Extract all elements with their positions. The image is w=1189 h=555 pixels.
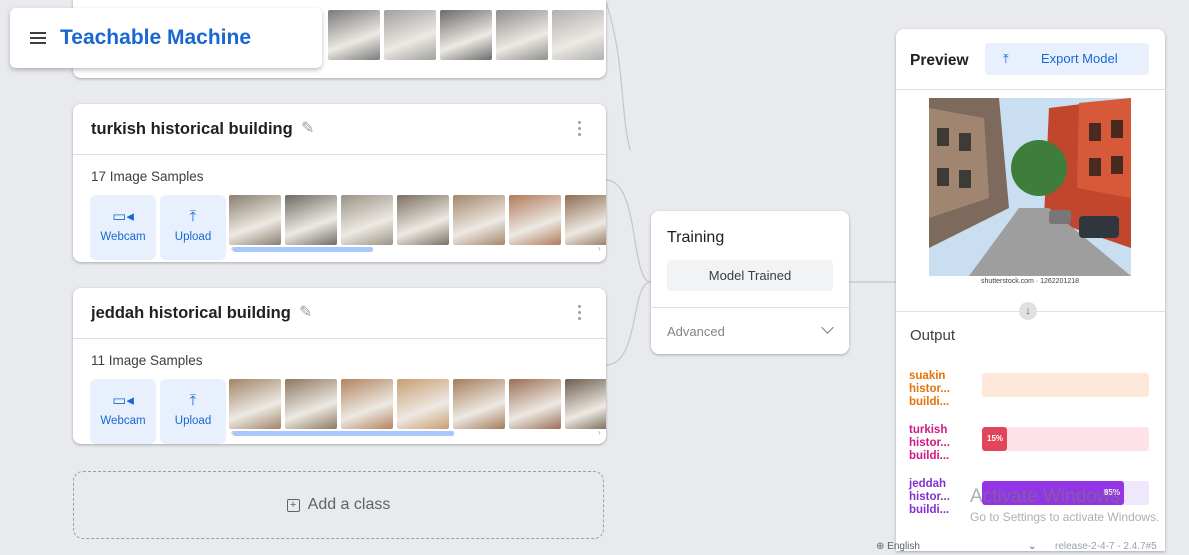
class-name[interactable]: turkish historical building — [91, 120, 293, 139]
result-label: jeddah histor... buildi... — [909, 478, 969, 517]
sample-thumbnail[interactable] — [509, 379, 561, 429]
edit-pencil-icon[interactable]: ✎ — [299, 304, 317, 322]
sample-thumbnail[interactable] — [341, 195, 393, 245]
webcam-button[interactable]: ▭◂ Webcam — [90, 379, 156, 444]
image-credit: shutterstock.com · 1262201218 — [980, 278, 1080, 285]
confidence-fill: 85% — [982, 481, 1124, 505]
language-select[interactable]: ⊕ English ⌄ — [876, 541, 1046, 555]
upload-icon: ⤒ — [189, 392, 197, 409]
sample-thumbnail[interactable] — [397, 379, 449, 429]
result-label: turkish histor... buildi... — [909, 424, 969, 463]
class-header: jeddah historical building ✎ — [73, 288, 606, 339]
advanced-toggle[interactable]: Advanced — [667, 324, 725, 339]
sample-thumbnail[interactable] — [285, 379, 337, 429]
preview-image — [929, 98, 1131, 276]
training-title: Training — [667, 229, 725, 246]
confidence-bar: 85% — [982, 481, 1149, 505]
model-trained-button[interactable]: Model Trained — [667, 260, 833, 291]
sample-scrollbar[interactable] — [233, 247, 601, 252]
hamburger-menu-icon[interactable] — [30, 31, 48, 45]
divider — [651, 307, 849, 308]
sample-thumbnail[interactable] — [384, 10, 436, 60]
result-label-line: histor... — [909, 383, 950, 395]
upload-button[interactable]: ⤒ Upload — [160, 195, 226, 260]
class-card-jeddah: jeddah historical building ✎ 11 Image Sa… — [73, 288, 606, 444]
sample-thumbnail[interactable] — [496, 10, 548, 60]
class-header: turkish historical building ✎ — [73, 104, 606, 155]
sample-thumbnail[interactable] — [397, 195, 449, 245]
add-class-button[interactable]: + Add a class — [73, 471, 604, 539]
scroll-right-icon[interactable]: › — [598, 244, 601, 253]
sample-thumbnail[interactable] — [509, 195, 561, 245]
confidence-fill: 15% — [982, 427, 1008, 451]
chevron-down-icon: ⌄ — [1028, 541, 1037, 552]
webcam-icon: ▭◂ — [112, 208, 134, 225]
output-title: Output — [910, 327, 956, 344]
app-title[interactable]: Teachable Machine — [60, 26, 251, 50]
sample-thumbnail[interactable] — [229, 379, 281, 429]
result-label-line: histor... — [909, 491, 950, 503]
sample-strip — [328, 10, 604, 60]
preview-title: Preview — [910, 52, 969, 69]
sample-scrollbar[interactable] — [233, 431, 601, 436]
sample-thumbnail[interactable] — [440, 10, 492, 60]
scroll-right-icon[interactable]: › — [598, 428, 601, 437]
divider — [896, 89, 1165, 90]
more-options-icon[interactable] — [578, 121, 582, 139]
result-label: suakin histor... buildi... — [909, 370, 969, 409]
webcam-icon: ▭◂ — [112, 392, 134, 409]
confidence-bar — [982, 373, 1149, 397]
preview-panel: Preview ⤒ Export Model shutterstock.com … — [896, 29, 1165, 551]
export-model-button[interactable]: ⤒ Export Model — [985, 43, 1149, 75]
training-card: Training Model Trained Advanced — [651, 211, 849, 354]
sample-thumbnail[interactable] — [565, 379, 606, 429]
scrollbar-thumb[interactable] — [233, 247, 373, 252]
class-card-turkish: turkish historical building ✎ 17 Image S… — [73, 104, 606, 262]
globe-icon: ⊕ — [876, 541, 885, 552]
sample-thumbnail[interactable] — [341, 379, 393, 429]
edit-pencil-icon[interactable]: ✎ — [301, 120, 319, 138]
result-label-line: jeddah — [909, 478, 947, 490]
sample-thumbnail[interactable] — [565, 195, 606, 245]
arrow-down-icon[interactable]: ↓ — [1019, 302, 1037, 320]
app-header: Teachable Machine — [10, 8, 322, 68]
sample-count: 17 Image Samples — [91, 169, 204, 184]
result-label-line: buildi... — [909, 504, 950, 516]
release-version: release-2-4-7 - 2.4.7#5 — [1055, 541, 1157, 552]
result-label-line: turkish — [909, 424, 948, 436]
sample-thumbnail[interactable] — [453, 195, 505, 245]
sample-thumbnail[interactable] — [229, 195, 281, 245]
export-upload-icon: ⤒ — [1003, 51, 1009, 66]
result-label-line: buildi... — [909, 450, 950, 462]
add-box-icon: + — [286, 498, 300, 512]
street-photo — [929, 98, 1131, 276]
result-label-line: buildi... — [909, 396, 950, 408]
result-label-line: suakin — [909, 370, 946, 382]
confidence-bar: 15% — [982, 427, 1149, 451]
scrollbar-thumb[interactable] — [233, 431, 454, 436]
upload-button[interactable]: ⤒ Upload — [160, 379, 226, 444]
sample-thumbnail[interactable] — [328, 10, 380, 60]
sample-thumbnail[interactable] — [453, 379, 505, 429]
sample-thumbnail[interactable] — [285, 195, 337, 245]
chevron-down-icon[interactable] — [821, 321, 834, 334]
webcam-button[interactable]: ▭◂ Webcam — [90, 195, 156, 260]
sample-thumbnail[interactable] — [552, 10, 604, 60]
sample-count: 11 Image Samples — [91, 353, 203, 368]
class-name[interactable]: jeddah historical building — [91, 304, 291, 323]
result-label-line: histor... — [909, 437, 950, 449]
more-options-icon[interactable] — [578, 305, 582, 323]
upload-icon: ⤒ — [189, 208, 197, 225]
